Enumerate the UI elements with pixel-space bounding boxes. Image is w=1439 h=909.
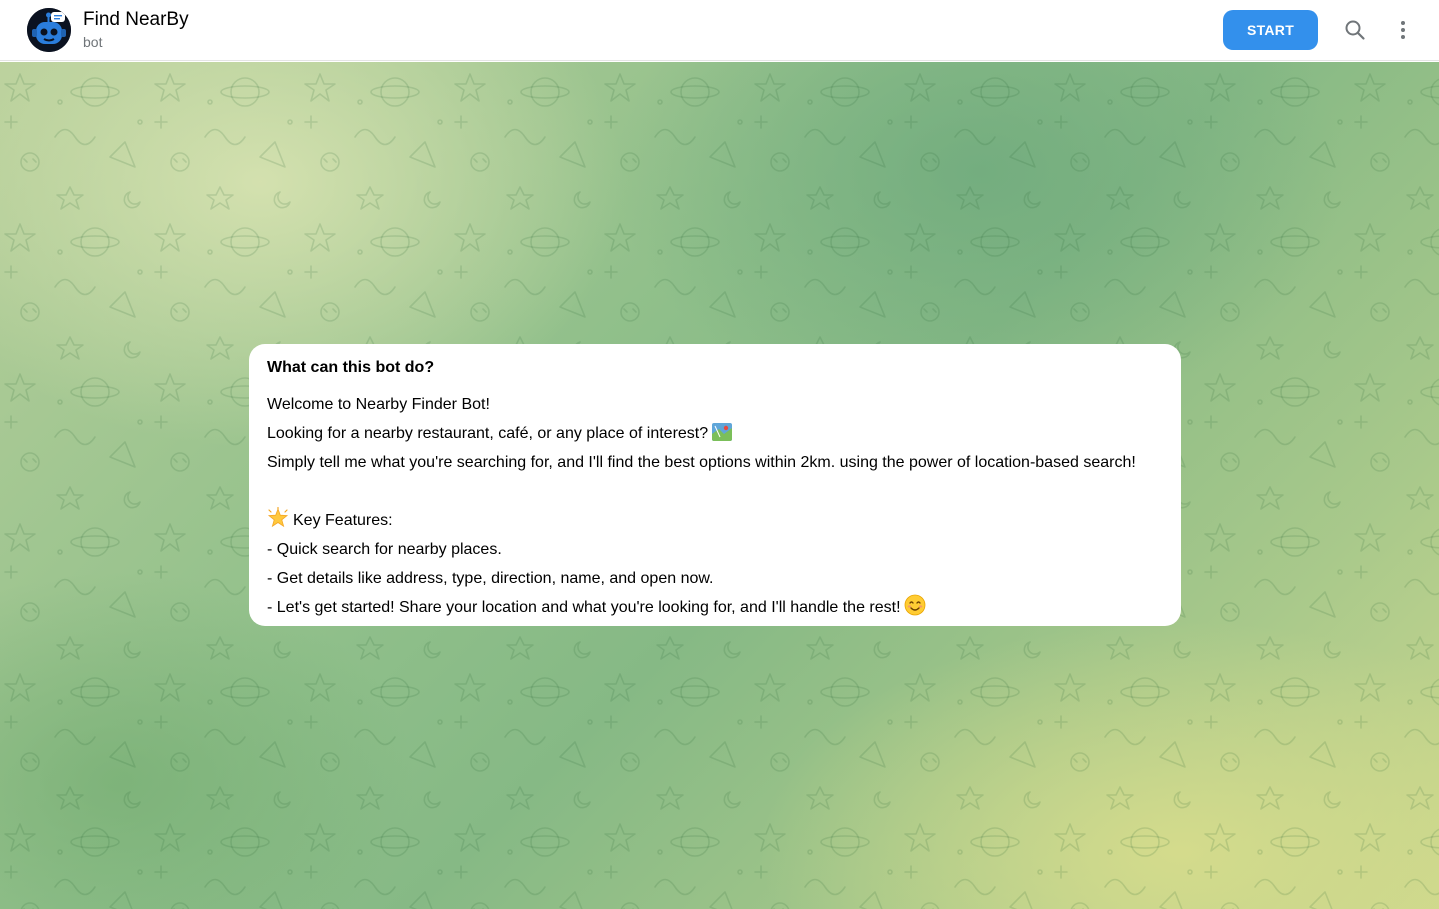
card-line: Key Features: bbox=[267, 506, 1163, 535]
chat-header: Find NearBy bot START bbox=[0, 0, 1439, 61]
card-line: - Quick search for nearby places. bbox=[267, 535, 1163, 564]
search-icon[interactable] bbox=[1337, 12, 1373, 48]
card-heading: What can this bot do? bbox=[267, 359, 435, 376]
start-button[interactable]: START bbox=[1223, 10, 1318, 50]
welcome-text: Welcome to Nearby Finder Bot! bbox=[267, 396, 490, 413]
card-line: Welcome to Nearby Finder Bot! bbox=[267, 390, 1163, 419]
card-line bbox=[267, 477, 1163, 506]
card-line: Looking for a nearby restaurant, café, o… bbox=[267, 419, 1163, 448]
card-line: Simply tell me what you're searching for… bbox=[267, 448, 1163, 477]
feature-quick-search: - Quick search for nearby places. bbox=[267, 541, 502, 558]
feature-details: - Get details like address, type, direct… bbox=[267, 570, 714, 587]
chat-title-block[interactable]: Find NearBy bot bbox=[83, 9, 189, 52]
bot-info-card: What can this bot do? Welcome to Nearby … bbox=[249, 344, 1181, 626]
feature-get-started: - Let's get started! Share your location… bbox=[267, 599, 901, 616]
card-line: - Get details like address, type, direct… bbox=[267, 564, 1163, 593]
card-line: - Let's get started! Share your location… bbox=[267, 593, 1163, 622]
smiling-face-emoji-icon bbox=[904, 594, 926, 626]
instruction-text: Simply tell me what you're searching for… bbox=[267, 454, 1136, 471]
robot-avatar-icon[interactable] bbox=[27, 8, 71, 52]
key-features-heading: Key Features: bbox=[293, 512, 393, 529]
chat-background: What can this bot do? Welcome to Nearby … bbox=[0, 62, 1439, 909]
chat-subtitle: bot bbox=[83, 34, 103, 50]
chat-title: Find NearBy bbox=[83, 9, 189, 30]
more-vertical-icon[interactable] bbox=[1385, 12, 1421, 48]
looking-for-text: Looking for a nearby restaurant, café, o… bbox=[267, 425, 709, 442]
